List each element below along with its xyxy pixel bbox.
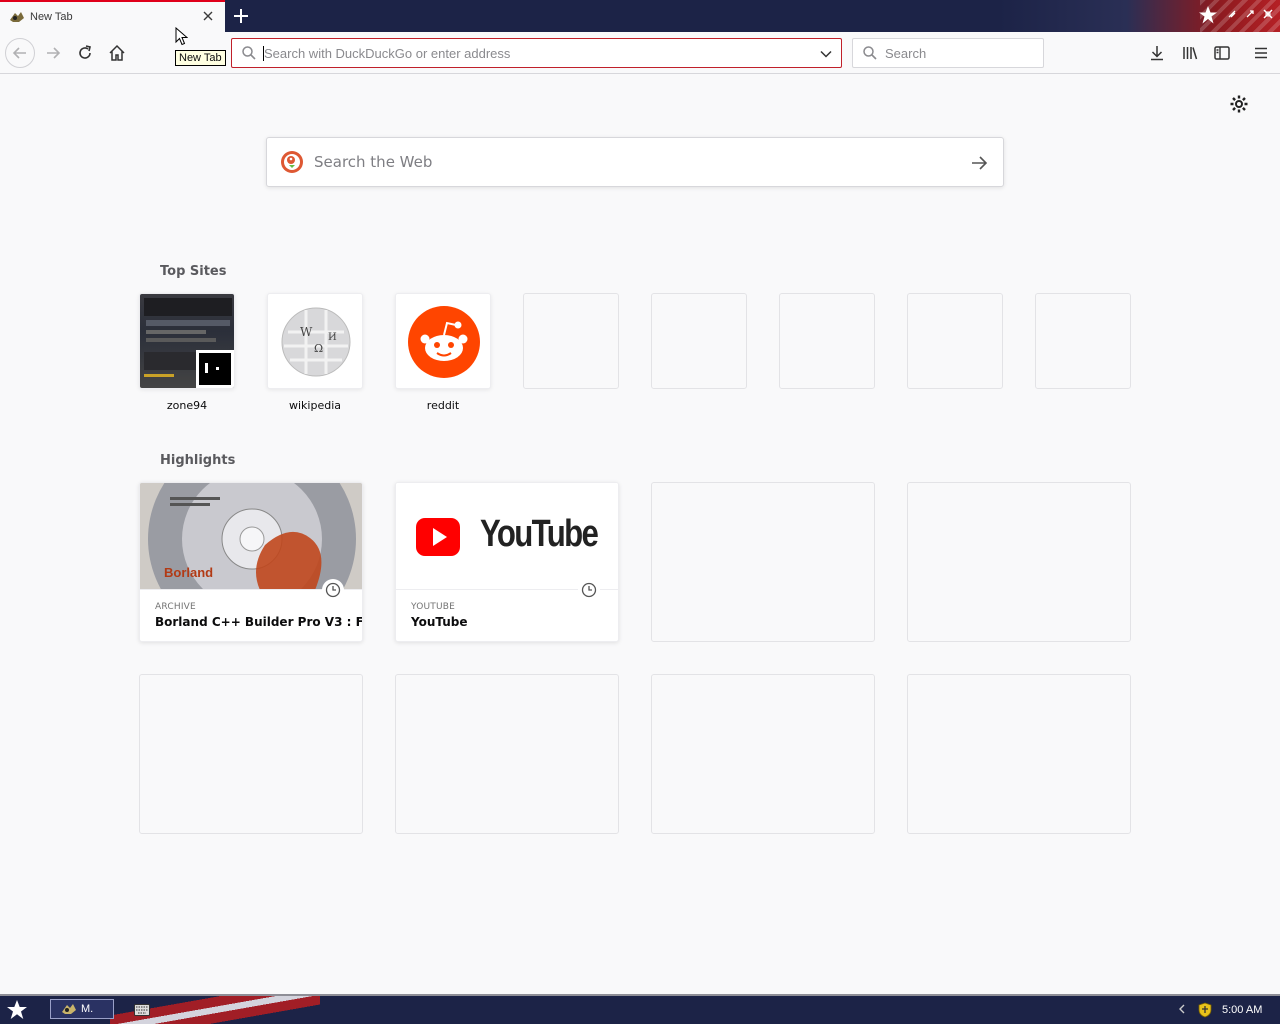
highlight-placeholder xyxy=(395,674,619,834)
empty-tile xyxy=(523,293,619,389)
minimize-icon[interactable] xyxy=(1226,8,1238,20)
url-bar[interactable]: Search with DuckDuckGo or enter address xyxy=(231,38,842,68)
tab-favicon-icon xyxy=(10,12,24,22)
highlight-placeholder xyxy=(651,674,875,834)
site-label: reddit xyxy=(426,399,460,412)
taskbar-window-button[interactable]: M. xyxy=(50,999,114,1019)
forward-arrow-icon xyxy=(47,47,61,59)
top-site-placeholder xyxy=(1035,293,1131,389)
hamburger-menu-icon xyxy=(1255,47,1267,59)
web-search-box[interactable]: Search the Web xyxy=(266,137,1004,187)
highlight-card-archive[interactable]: Borland ARCHIVE Borland C++ Builder Pro … xyxy=(139,482,363,642)
reload-button[interactable] xyxy=(73,41,97,65)
site-badge xyxy=(196,350,234,388)
sidebar-button[interactable] xyxy=(1210,41,1234,65)
duckduckgo-logo-icon xyxy=(281,151,303,173)
clock-icon xyxy=(322,579,344,601)
menu-button[interactable] xyxy=(1249,41,1273,65)
site-thumbnail: W Ω И xyxy=(267,293,363,389)
search-bar-placeholder: Search xyxy=(885,45,927,61)
highlight-title: YouTube xyxy=(411,615,468,629)
arrow-right-icon[interactable] xyxy=(969,153,989,173)
close-tab-icon[interactable] xyxy=(202,10,214,22)
forward-button[interactable] xyxy=(41,41,65,65)
highlight-placeholder xyxy=(139,674,363,834)
svg-text:И: И xyxy=(328,332,337,343)
tab-title: New Tab xyxy=(30,11,73,23)
downloads-button[interactable] xyxy=(1145,41,1169,65)
wikipedia-globe-icon: W Ω И xyxy=(281,307,351,377)
back-arrow-icon xyxy=(12,47,26,59)
highlight-title: Borland C++ Builder Pro V3 : Fre... xyxy=(155,615,363,629)
site-thumbnail xyxy=(395,293,491,389)
web-search-placeholder: Search the Web xyxy=(314,153,433,171)
keyboard-icon[interactable] xyxy=(134,1004,150,1016)
reload-icon xyxy=(79,45,91,59)
home-icon xyxy=(109,44,125,61)
library-button[interactable] xyxy=(1178,41,1202,65)
highlight-source: ARCHIVE xyxy=(155,602,196,612)
window-controls xyxy=(1226,8,1274,20)
tooltip: New Tab xyxy=(175,50,226,66)
highlight-source: YOUTUBE xyxy=(411,602,456,612)
site-thumbnail xyxy=(139,293,235,389)
library-icon xyxy=(1183,47,1198,60)
highlights-title: Highlights xyxy=(160,453,236,468)
tab-new-tab[interactable]: New Tab xyxy=(0,0,225,32)
highlight-image: YouTube xyxy=(396,483,618,590)
tray-expand-icon[interactable] xyxy=(1178,1004,1186,1014)
highlight-placeholder xyxy=(651,482,875,642)
download-icon xyxy=(1151,46,1163,61)
maximize-icon[interactable] xyxy=(1244,8,1256,20)
top-site-reddit[interactable]: reddit xyxy=(395,293,491,412)
youtube-wordmark: YouTube xyxy=(480,513,599,555)
home-button[interactable] xyxy=(105,41,129,65)
new-tab-plus-icon[interactable] xyxy=(231,6,251,26)
site-label: zone94 xyxy=(166,399,208,412)
top-site-placeholder xyxy=(779,293,875,389)
empty-tile xyxy=(1035,293,1131,389)
youtube-play-icon xyxy=(416,518,460,556)
chevron-down-icon[interactable] xyxy=(819,47,833,61)
top-site-placeholder xyxy=(523,293,619,389)
search-bar[interactable]: Search xyxy=(852,38,1044,68)
sidebar-icon xyxy=(1214,46,1230,60)
shield-icon[interactable] xyxy=(1197,1002,1213,1018)
search-icon xyxy=(863,46,877,60)
reddit-logo-icon xyxy=(408,306,480,378)
clock-icon xyxy=(578,579,600,601)
svg-text:Ω: Ω xyxy=(314,342,323,355)
highlight-placeholder xyxy=(907,674,1131,834)
taskbar-window-label: M. xyxy=(81,1003,94,1015)
top-site-placeholder xyxy=(907,293,1003,389)
top-site-placeholder xyxy=(651,293,747,389)
top-sites-title: Top Sites xyxy=(160,264,227,279)
highlight-placeholder xyxy=(907,482,1131,642)
system-clock: 5:00 AM xyxy=(1222,1004,1263,1016)
svg-text:W: W xyxy=(300,325,313,339)
taskbar: M. 5:00 AM xyxy=(0,994,1280,1024)
mouse-cursor-icon xyxy=(175,27,188,46)
app-icon xyxy=(62,1004,76,1014)
close-window-icon[interactable] xyxy=(1262,8,1274,20)
top-site-wikipedia[interactable]: W Ω И wikipedia xyxy=(267,293,363,412)
top-site-zone94[interactable]: zone94 xyxy=(139,293,235,412)
empty-tile xyxy=(779,293,875,389)
url-bar-placeholder: Search with DuckDuckGo or enter address xyxy=(264,45,511,61)
star-icon xyxy=(1199,6,1217,24)
empty-tile xyxy=(651,293,747,389)
tab-strip: New Tab xyxy=(0,0,1280,32)
search-icon xyxy=(242,46,256,60)
empty-tile xyxy=(907,293,1003,389)
borland-logo-text: Borland xyxy=(164,565,214,580)
site-label: wikipedia xyxy=(288,399,341,412)
gear-icon[interactable] xyxy=(1229,94,1249,114)
highlight-image: Borland xyxy=(140,483,362,590)
back-button[interactable] xyxy=(5,38,35,68)
highlight-card-youtube[interactable]: YouTube YOUTUBE YouTube xyxy=(395,482,619,642)
start-menu-star-icon[interactable] xyxy=(6,999,28,1021)
